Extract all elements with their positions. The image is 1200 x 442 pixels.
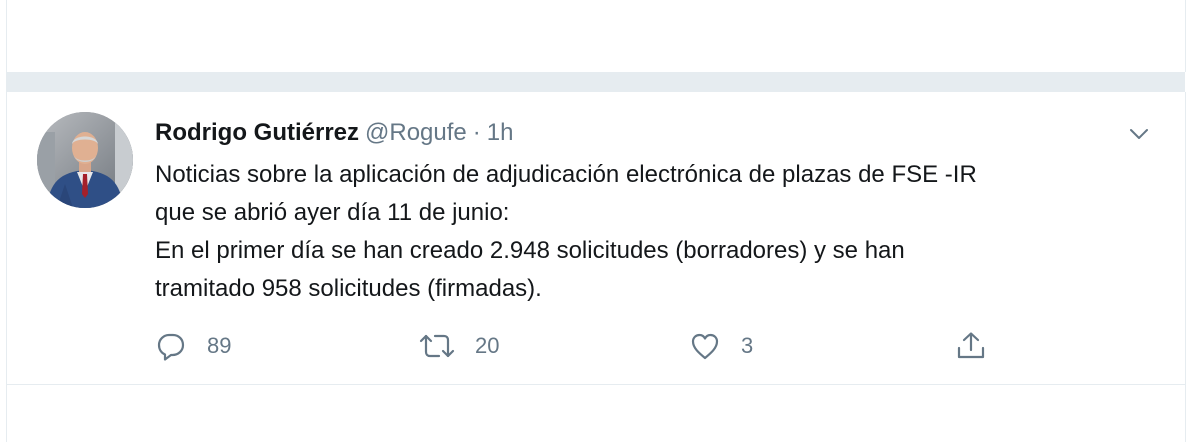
tweet-text-line: En el primer día se han creado 2.948 sol…	[155, 237, 905, 264]
tweet-text: Noticias sobre la aplicación de adjudica…	[155, 156, 1165, 308]
author-name[interactable]: Rodrigo Gutiérrez	[155, 119, 359, 146]
chevron-down-icon[interactable]	[1127, 122, 1151, 146]
like-button[interactable]: 3	[689, 326, 753, 366]
reply-button[interactable]: 89	[155, 326, 231, 366]
timeline-separator	[6, 72, 1185, 92]
retweet-icon	[419, 330, 455, 362]
retweet-count: 20	[475, 333, 500, 358]
next-tweet-card	[6, 385, 1186, 442]
tweet-card[interactable]: Rodrigo Gutiérrez @Rogufe · 1h Noticias sob…	[6, 92, 1186, 385]
like-count: 3	[741, 333, 754, 358]
tweet-timestamp[interactable]: 1h	[487, 119, 514, 146]
tweet-text-line: que se abrió ayer día 11 de junio:	[155, 199, 510, 226]
heart-icon	[689, 330, 721, 362]
timeline: Rodrigo Gutiérrez @Rogufe · 1h Noticias sob…	[0, 0, 1200, 442]
share-icon	[955, 330, 987, 362]
reply-icon	[155, 330, 187, 362]
tweet-text-line: Noticias sobre la aplicación de adjudica…	[155, 161, 977, 188]
avatar[interactable]	[37, 112, 133, 208]
retweet-button[interactable]: 20	[419, 326, 499, 366]
author-handle[interactable]: @Rogufe	[365, 119, 467, 146]
tweet-actions: 89 20 3	[155, 326, 1015, 366]
previous-tweet-card	[6, 0, 1186, 72]
reply-count: 89	[207, 333, 232, 358]
tweet-text-line: tramitado 958 solicitudes (firmadas).	[155, 275, 542, 302]
tweet-header: Rodrigo Gutiérrez @Rogufe · 1h	[155, 118, 513, 148]
header-separator: ·	[472, 119, 481, 146]
share-button[interactable]	[955, 326, 987, 366]
